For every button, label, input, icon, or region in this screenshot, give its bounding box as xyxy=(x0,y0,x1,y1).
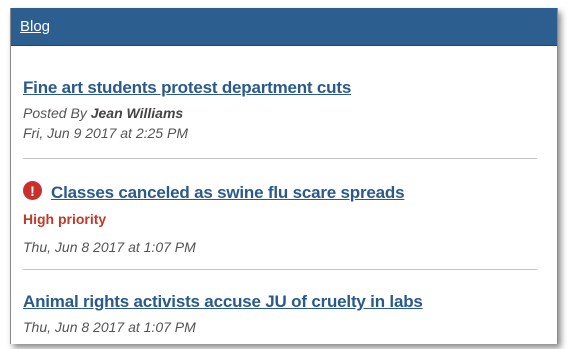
post-item: Fine art students protest department cut… xyxy=(23,78,537,143)
post-author-line: Posted By Jean Williams xyxy=(23,103,537,123)
post-author: Jean Williams xyxy=(90,105,184,121)
post-item: ! Classes canceled as swine flu scare spr… xyxy=(23,181,537,257)
torn-edge xyxy=(11,335,557,344)
post-divider xyxy=(23,158,537,159)
post-divider xyxy=(23,269,537,270)
post-item: Animal rights activists accuse JU of cru… xyxy=(23,292,537,337)
posted-by-label: Posted By xyxy=(23,105,87,121)
post-title-link[interactable]: Animal rights activists accuse JU of cru… xyxy=(23,292,423,312)
post-date: Thu, Jun 8 2017 at 1:07 PM xyxy=(23,238,196,255)
priority-badge: High priority xyxy=(23,210,107,227)
blog-header: Blog xyxy=(11,8,557,46)
post-title-link[interactable]: Classes canceled as swine flu scare spre… xyxy=(51,183,405,203)
blog-header-link[interactable]: Blog xyxy=(20,18,50,35)
blog-widget: Blog Fine art students protest departmen… xyxy=(10,8,558,344)
post-date: Fri, Jun 9 2017 at 2:25 PM xyxy=(23,125,188,141)
exclamation-circle-icon: ! xyxy=(23,181,42,200)
post-title-link[interactable]: Fine art students protest department cut… xyxy=(23,78,351,98)
